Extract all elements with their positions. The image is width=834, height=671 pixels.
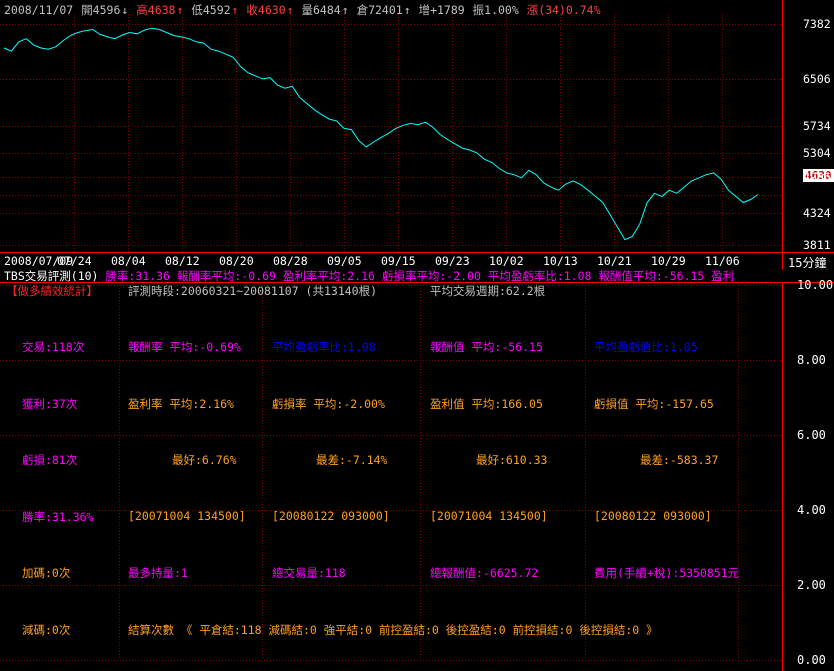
worst-value: 最差:-583.37 — [640, 453, 719, 467]
date-tick-label: 07/24 — [57, 254, 92, 268]
stats-header-title: TBS交易評測(10) — [4, 269, 99, 283]
price-tick-label: 4324 — [803, 206, 831, 220]
win-rate: 勝率:31.36% — [22, 510, 94, 524]
profit-value-avg: 盈利值 平均:166.05 — [430, 397, 543, 411]
report-title: 【做多績效統計】 — [6, 284, 98, 298]
date-tick-label: 09/05 — [327, 254, 362, 268]
price-tick-label: 5734 — [803, 119, 831, 133]
report-tick-label: 10.00 — [797, 278, 834, 292]
total-volume: 總交易量:118 — [272, 566, 346, 580]
date-tick-label: 10/21 — [597, 254, 632, 268]
best-rate-time: [20071004 134500] — [128, 509, 246, 523]
date-tick-label: 10/13 — [543, 254, 578, 268]
date-tick-label: 09/23 — [435, 254, 470, 268]
report-tick-label: 2.00 — [797, 578, 826, 592]
losses-count: 虧損:81次 — [22, 453, 78, 467]
return-rate-avg: 報酬率 平均:-0.69% — [128, 340, 241, 354]
loss-rate-avg: 虧損率 平均:-2.00% — [272, 397, 385, 411]
date-tick-label: 10/02 — [489, 254, 524, 268]
avg-win-loss-rate-ratio: 平均盈虧率比:1.08 — [272, 340, 376, 354]
report-tick-label: 4.00 — [797, 503, 826, 517]
wins-count: 獲利:37次 — [22, 397, 78, 411]
date-tick-label: 11/06 — [705, 254, 740, 268]
worst-value-time: [20080122 093000] — [594, 509, 712, 523]
period-label[interactable]: 15分鐘 — [788, 254, 826, 271]
price-tick-label: 4906 — [803, 170, 831, 184]
best-value-time: [20071004 134500] — [430, 509, 548, 523]
report-tick-label: 8.00 — [797, 353, 826, 367]
date-tick-label: 09/15 — [381, 254, 416, 268]
price-tick-label: 3811 — [803, 238, 831, 252]
trades-count: 交易:118次 — [22, 340, 85, 354]
date-tick-label: 10/29 — [651, 254, 686, 268]
fees-total: 費用(手續+稅):5350851元 — [594, 566, 740, 580]
best-value: 最好:610.33 — [476, 453, 548, 467]
price-tick-label: 6506 — [803, 72, 831, 86]
worst-rate: 最差:-7.14% — [316, 453, 388, 467]
report-tick-label: 0.00 — [797, 653, 826, 667]
max-holding: 最多持量:1 — [128, 566, 188, 580]
date-tick-label: 08/28 — [273, 254, 308, 268]
profit-rate-avg: 盈利率 平均:2.16% — [128, 397, 234, 411]
price-tick-label: 7382 — [803, 17, 831, 31]
price-series-line — [3, 27, 759, 241]
date-tick-label: 08/20 — [219, 254, 254, 268]
settlement-counts: 結算次數 《 平倉結:118 減碼結:0 強平結:0 前控盈結:0 後控盈結:0… — [128, 623, 658, 637]
reduce-position-count: 減碼:0次 — [22, 623, 71, 637]
total-return-value: 總報酬值:-6625.72 — [430, 566, 539, 580]
date-tick-label: 08/04 — [111, 254, 146, 268]
report-panel-grid — [0, 282, 834, 671]
stats-header-items: 勝率:31.36 報酬率平均:-0.69 盈利率平均:2.16 虧損率平均:-2… — [105, 269, 735, 283]
tbs-trading-evaluation-window: 2008/11/07 開4596↓ 高4638↑ 低4592↑ 收4630↑ 量… — [0, 0, 834, 671]
best-rate: 最好:6.76% — [172, 453, 237, 467]
date-tick-label: 08/12 — [165, 254, 200, 268]
price-tick-label: 5304 — [803, 146, 831, 160]
report-period: 評測時段:20060321~20081107 (共13140根) — [128, 284, 378, 298]
return-value-avg: 報酬值 平均:-56.15 — [430, 340, 543, 354]
price-chart[interactable] — [0, 0, 834, 270]
report-avg-period: 平均交易週期:62.2根 — [430, 284, 546, 298]
report-tick-label: 6.00 — [797, 428, 826, 442]
add-position-count: 加碼:0次 — [22, 566, 71, 580]
avg-win-loss-value-ratio: 平均盈虧值比:1.05 — [594, 340, 698, 354]
worst-rate-time: [20080122 093000] — [272, 509, 390, 523]
loss-value-avg: 虧損值 平均:-157.65 — [594, 397, 714, 411]
